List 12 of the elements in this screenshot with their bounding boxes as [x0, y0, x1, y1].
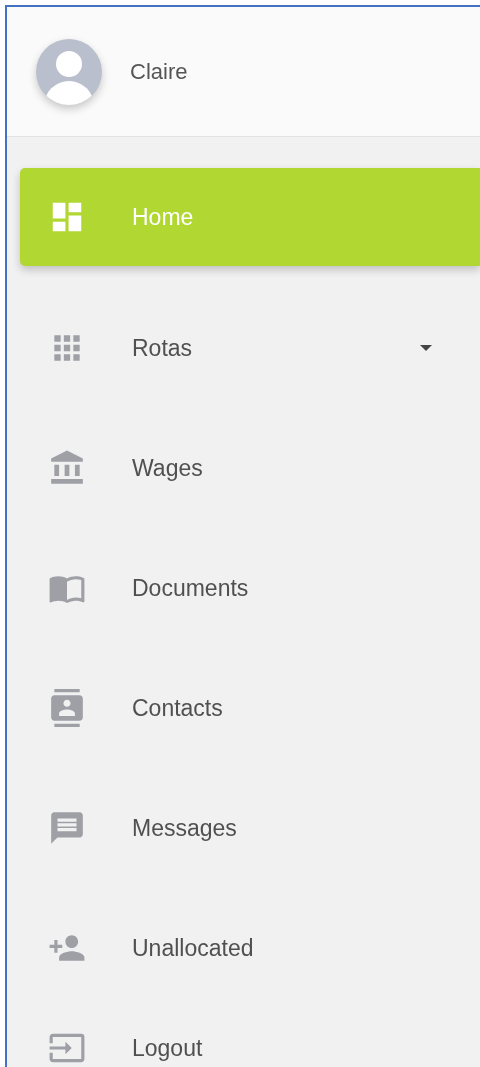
- contact-card-icon: [48, 689, 86, 727]
- caret-icon: [420, 345, 432, 351]
- avatar-icon: [36, 38, 102, 105]
- menu-item[interactable]: Wages: [20, 438, 480, 498]
- menu-item[interactable]: Contacts: [20, 678, 480, 738]
- user-name: Claire: [130, 58, 188, 86]
- menu-item[interactable]: Messages: [20, 798, 480, 858]
- bank-icon: [48, 449, 86, 487]
- menu-item[interactable]: Logout: [20, 1018, 480, 1067]
- menu-item[interactable]: Rotas: [20, 318, 480, 378]
- menu-item[interactable]: Documents: [20, 558, 480, 618]
- menu-item[interactable]: Unallocated: [20, 918, 480, 978]
